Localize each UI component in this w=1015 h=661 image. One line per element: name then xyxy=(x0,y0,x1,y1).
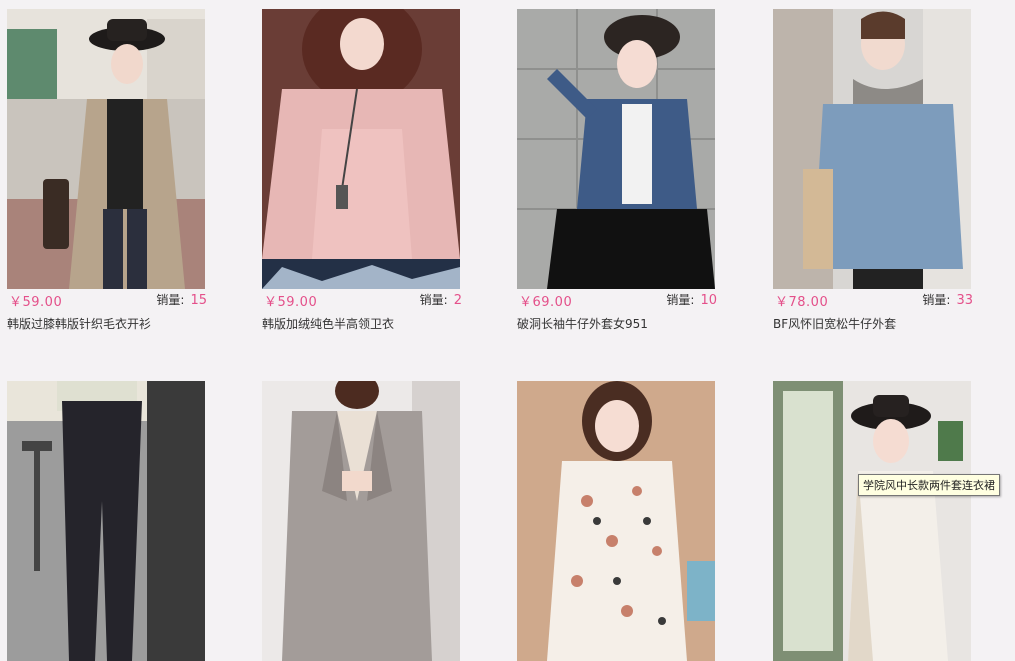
product-image[interactable] xyxy=(773,9,971,289)
product-name-tooltip: 学院风中长款两件套连衣裙 xyxy=(858,474,1000,496)
product-image[interactable] xyxy=(7,381,205,661)
product-card[interactable]: ￥69.00 销量: 10 破洞长袖牛仔外套女951 xyxy=(517,9,717,332)
product-card[interactable] xyxy=(517,381,715,661)
sales-count: 销量: 2 xyxy=(419,293,462,308)
product-name-link[interactable]: 破洞长袖牛仔外套女951 xyxy=(517,315,715,332)
product-card[interactable]: ￥59.00 销量: 15 韩版过膝韩版针织毛衣开衫 xyxy=(7,9,207,332)
product-image[interactable] xyxy=(517,381,715,661)
sales-count: 销量: 10 xyxy=(666,293,717,308)
product-image[interactable] xyxy=(773,381,971,661)
product-card[interactable]: ￥78.00 销量: 33 BF风怀旧宽松牛仔外套 xyxy=(773,9,973,332)
product-card[interactable]: ￥59.00 销量: 2 韩版加绒纯色半高领卫衣 xyxy=(262,9,462,332)
sales-count: 销量: 33 xyxy=(922,293,973,308)
product-price: ￥59.00 xyxy=(264,295,318,310)
product-image[interactable] xyxy=(7,9,205,289)
product-name-link[interactable]: 韩版过膝韩版针织毛衣开衫 xyxy=(7,315,205,332)
product-image[interactable] xyxy=(517,9,715,289)
product-grid: ￥59.00 销量: 15 韩版过膝韩版针织毛衣开衫 ￥59.00 销量: 2 韩版… xyxy=(0,0,1015,661)
product-name-link[interactable]: 韩版加绒纯色半高领卫衣 xyxy=(262,315,460,332)
sales-count: 销量: 15 xyxy=(156,293,207,308)
product-image[interactable] xyxy=(262,381,460,661)
product-image[interactable] xyxy=(262,9,460,289)
product-price: ￥69.00 xyxy=(519,295,573,310)
product-price: ￥78.00 xyxy=(775,295,829,310)
product-card[interactable] xyxy=(7,381,205,661)
product-card[interactable] xyxy=(773,381,971,661)
product-name-link[interactable]: BF风怀旧宽松牛仔外套 xyxy=(773,315,971,332)
product-card[interactable] xyxy=(262,381,460,661)
product-price: ￥59.00 xyxy=(9,295,63,310)
